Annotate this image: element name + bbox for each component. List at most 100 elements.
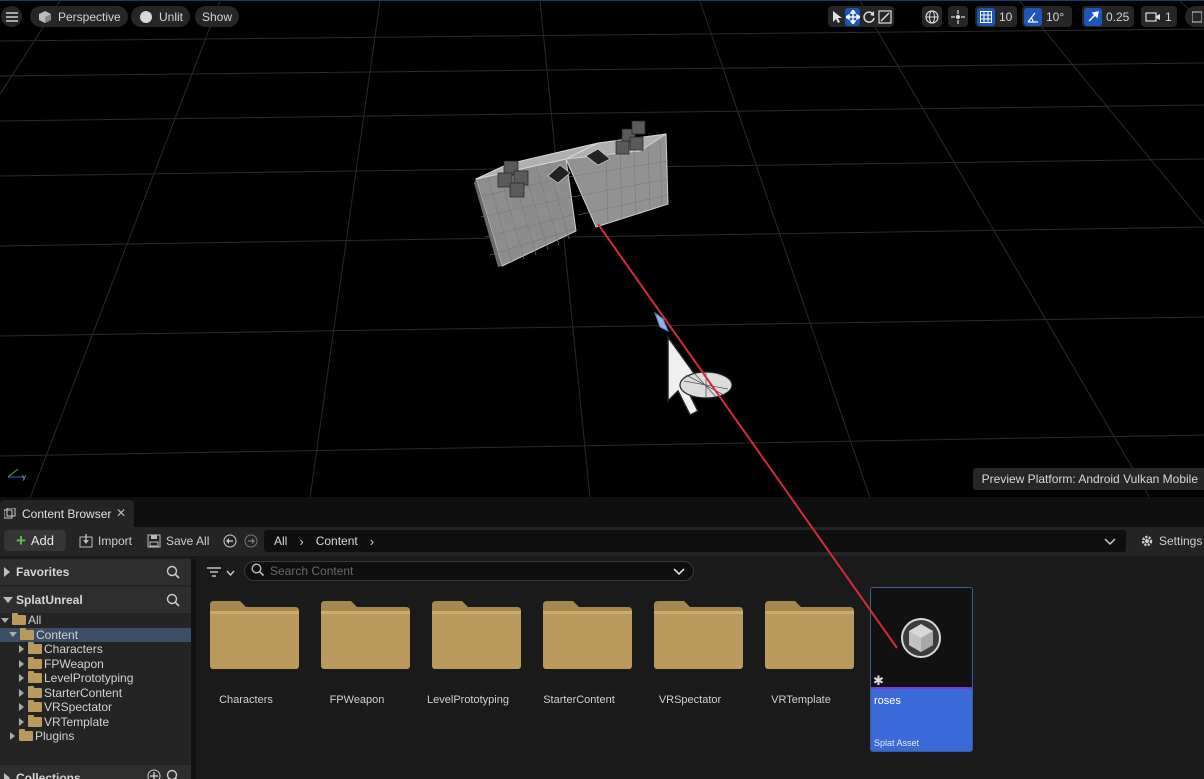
show-button[interactable]: Show — [195, 6, 240, 27]
preview-platform-badge: Preview Platform: Android Vulkan Mobile — [972, 468, 1204, 490]
viewport-grid — [0, 1, 1204, 497]
search-icon[interactable] — [166, 769, 180, 779]
tree-item-levelprototyping[interactable]: LevelPrototyping — [0, 671, 191, 686]
folder-icon — [28, 685, 42, 698]
collections-header[interactable]: Collections — [0, 765, 191, 779]
perspective-button[interactable]: Perspective — [30, 6, 128, 27]
breadcrumb-separator-icon[interactable]: › — [299, 534, 303, 549]
grid-snap-value: 10 — [999, 9, 1013, 24]
expand-arrow-icon[interactable] — [19, 688, 24, 697]
tree-item-plugins[interactable]: Plugins — [0, 729, 191, 744]
level-viewport[interactable]: Perspective Unlit Show 10 10° 0.25 1 y P… — [0, 0, 1204, 497]
search-content-input[interactable]: Search Content — [244, 561, 694, 581]
breadcrumb-separator-icon[interactable]: › — [370, 534, 374, 549]
import-label: Import — [98, 534, 133, 548]
close-tab-icon[interactable]: ✕ — [116, 506, 126, 520]
box-actors — [474, 120, 669, 267]
scale-snap-button[interactable]: 0.25 — [1082, 6, 1134, 27]
project-header[interactable]: SplatUnreal — [0, 587, 191, 613]
select-tool-icon[interactable] — [830, 9, 843, 25]
tree-item-characters[interactable]: Characters — [0, 642, 191, 657]
expand-arrow-icon[interactable] — [10, 732, 15, 741]
breadcrumb-content[interactable]: Content — [316, 534, 358, 548]
settings-button[interactable]: Settings — [1139, 531, 1202, 551]
expand-arrow-icon[interactable] — [19, 645, 24, 654]
folder-icon — [28, 700, 42, 713]
tab-content-browser[interactable]: Content Browser ✕ — [0, 500, 134, 527]
folder-label: StarterContent — [543, 694, 615, 706]
folder-icon — [20, 627, 34, 640]
world-local-toggle[interactable] — [922, 6, 942, 27]
tree-item-fpweapon[interactable]: FPWeapon — [0, 656, 191, 672]
chevron-down-icon — [226, 565, 235, 579]
content-browser-panel: Content Browser ✕ + Add Import Save All — [0, 497, 1204, 779]
tree-item-content[interactable]: Content — [0, 627, 191, 642]
lit-sphere-icon — [138, 9, 154, 25]
surface-snap-button[interactable] — [948, 6, 968, 27]
collections-label: Collections — [16, 771, 81, 779]
expand-arrow-icon[interactable] — [19, 717, 24, 726]
grid-snap-button[interactable]: 10 — [975, 6, 1017, 27]
save-icon — [146, 533, 162, 549]
viewport-menu-button[interactable] — [1, 6, 22, 27]
asset-tile-roses[interactable]: ✱ roses Splat Asset — [870, 587, 973, 752]
breadcrumb-all[interactable]: All — [274, 534, 287, 548]
expand-arrow-icon[interactable] — [9, 632, 17, 638]
tab-title: Content Browser — [22, 506, 112, 521]
view-mode-button[interactable]: Unlit — [131, 6, 191, 27]
expand-arrow-icon[interactable] — [19, 659, 24, 668]
rotation-snap-value: 10° — [1046, 9, 1065, 24]
filter-icon — [206, 564, 222, 580]
add-button[interactable]: + Add — [4, 530, 66, 551]
add-collection-icon[interactable] — [147, 769, 161, 779]
folder-label: VRTemplate — [771, 694, 831, 706]
show-label: Show — [202, 9, 233, 24]
camera-speed-button[interactable]: 1 — [1141, 6, 1177, 27]
filter-button[interactable] — [206, 564, 235, 580]
save-all-button[interactable]: Save All — [146, 531, 209, 551]
history-forward-button[interactable] — [243, 531, 259, 551]
scale-tool-icon[interactable] — [878, 9, 892, 25]
tree-label: FPWeapon — [44, 656, 104, 671]
folder-icon — [28, 642, 42, 655]
path-dropdown-icon[interactable] — [1104, 535, 1116, 549]
tree-item-vrspectator[interactable]: VRSpectator — [0, 700, 191, 715]
plus-icon: + — [15, 530, 26, 550]
favorites-header[interactable]: Favorites — [0, 559, 191, 585]
settings-label: Settings — [1159, 534, 1203, 548]
expand-arrow-icon[interactable] — [1, 617, 9, 623]
tree-label: VRTemplate — [44, 714, 110, 729]
history-back-button[interactable] — [222, 531, 238, 551]
translate-tool-icon[interactable] — [845, 7, 860, 26]
tree-label: All — [28, 613, 42, 628]
tree-item-all[interactable]: All — [0, 613, 191, 628]
scale-snap-icon — [1084, 7, 1102, 26]
search-icon[interactable] — [166, 565, 180, 582]
search-placeholder: Search Content — [270, 564, 354, 578]
folder-icon — [765, 601, 854, 669]
folder-icon — [654, 601, 743, 669]
sources-panel: Favorites SplatUnreal All Content Charac… — [0, 559, 191, 779]
tree-item-startercontent[interactable]: StarterContent — [0, 685, 191, 701]
chevron-down-icon[interactable] — [673, 565, 685, 579]
import-button[interactable]: Import — [78, 531, 132, 551]
asset-type: Splat Asset — [874, 738, 920, 748]
search-icon[interactable] — [166, 593, 180, 610]
tree-item-vrtemplate[interactable]: VRTemplate — [0, 714, 191, 730]
rotate-tool-icon[interactable] — [862, 9, 876, 25]
transform-tools — [828, 6, 894, 27]
camera-icon — [1145, 9, 1161, 25]
tree-label: Characters — [44, 642, 103, 657]
save-all-label: Save All — [166, 534, 210, 548]
add-label: Add — [30, 533, 55, 548]
viewport-options-button[interactable] — [1185, 6, 1204, 27]
asset-view: Search Content Characters FPWeapon LevelPr… — [196, 559, 1204, 779]
expand-arrow-icon[interactable] — [19, 703, 24, 712]
folder-icon — [19, 729, 33, 742]
tree-label: Plugins — [35, 729, 75, 744]
camera-speed-value: 1 — [1165, 9, 1172, 24]
rotation-snap-button[interactable]: 10° — [1022, 6, 1072, 27]
collapse-arrow-icon — [3, 597, 13, 603]
folder-icon — [432, 601, 521, 669]
expand-arrow-icon[interactable] — [19, 674, 24, 683]
